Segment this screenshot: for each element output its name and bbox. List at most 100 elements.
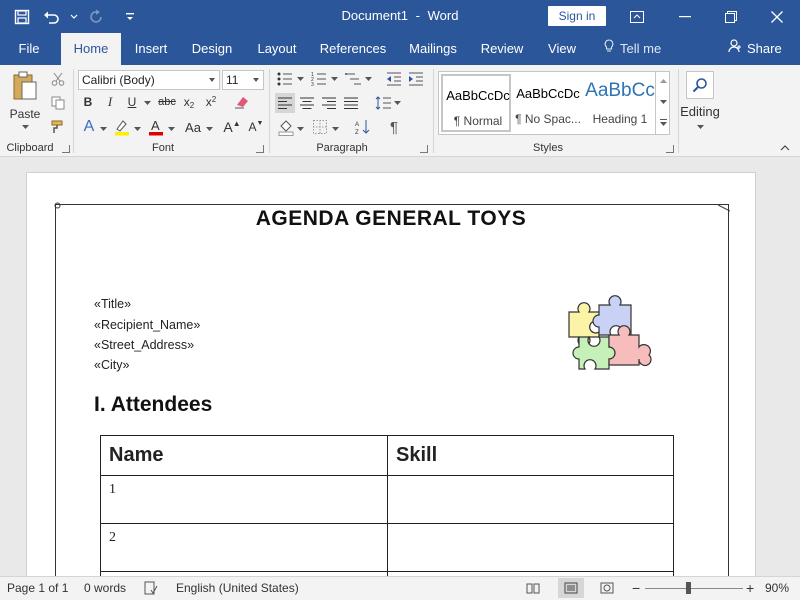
strikethrough-icon[interactable]: abc — [156, 93, 178, 111]
paste-icon[interactable] — [8, 69, 42, 103]
shading-icon[interactable] — [276, 117, 296, 137]
style-normal[interactable]: AaBbCcDc ¶ Normal — [441, 74, 511, 132]
styles-launcher-icon[interactable] — [666, 145, 674, 153]
table-cell[interactable] — [387, 523, 674, 572]
format-painter-icon[interactable] — [48, 117, 68, 137]
styles-more-icon[interactable] — [659, 118, 668, 128]
customize-qat-icon[interactable] — [118, 6, 142, 28]
zoom-level[interactable]: 90% — [765, 581, 789, 595]
line-spacing-dropdown-icon[interactable] — [393, 99, 401, 107]
tab-design[interactable]: Design — [186, 33, 238, 65]
editing-dropdown-icon[interactable] — [696, 123, 704, 131]
print-layout-icon[interactable] — [558, 578, 584, 598]
document-canvas[interactable]: AGENDA GENERAL TOYS «Title» «Recipient_N… — [0, 158, 800, 576]
style-heading-1[interactable]: AaBbCc Heading 1 — [585, 74, 655, 132]
tab-insert[interactable]: Insert — [126, 33, 176, 65]
increase-indent-icon[interactable] — [406, 69, 426, 89]
minimize-icon[interactable] — [662, 0, 708, 33]
table-cell[interactable] — [387, 475, 674, 524]
justify-icon[interactable] — [341, 93, 361, 113]
cut-icon[interactable] — [48, 69, 68, 89]
font-color-icon[interactable]: A — [146, 117, 166, 137]
web-layout-icon[interactable] — [600, 582, 614, 597]
align-center-icon[interactable] — [297, 93, 317, 113]
numbering-icon[interactable]: 123 — [310, 69, 328, 89]
show-formatting-icon[interactable]: ¶ — [384, 117, 404, 137]
highlight-dropdown-icon[interactable] — [133, 125, 141, 133]
paragraph-launcher-icon[interactable] — [420, 145, 428, 153]
underline-dropdown-icon[interactable] — [143, 99, 151, 107]
tab-file[interactable]: File — [10, 33, 48, 65]
attendees-table[interactable]: Name Skill 1 2 — [100, 435, 674, 576]
styles-scroll-up-icon[interactable] — [659, 76, 668, 84]
font-size-dropdown-icon[interactable] — [253, 78, 259, 82]
tab-home[interactable]: Home — [61, 33, 121, 65]
merge-field-recipient-name[interactable]: «Recipient_Name» — [94, 318, 200, 332]
puzzle-pieces-image[interactable] — [565, 287, 655, 382]
table-header-name[interactable]: Name — [100, 435, 388, 476]
text-effects-dropdown-icon[interactable] — [99, 125, 107, 133]
clear-formatting-icon[interactable] — [232, 93, 252, 111]
subscript-icon[interactable]: x2 — [180, 93, 198, 111]
clipboard-launcher-icon[interactable] — [62, 145, 70, 153]
numbering-dropdown-icon[interactable] — [330, 75, 338, 83]
table-cell[interactable]: 2 — [100, 523, 388, 572]
section-heading[interactable]: I. Attendees — [94, 393, 212, 417]
restore-icon[interactable] — [708, 0, 754, 33]
proofing-icon[interactable] — [144, 581, 158, 598]
editing-button[interactable]: Editing — [680, 103, 720, 119]
zoom-slider[interactable] — [645, 588, 743, 589]
read-mode-icon[interactable] — [526, 582, 540, 597]
close-icon[interactable] — [754, 0, 800, 33]
font-name-field[interactable]: Calibri (Body) — [78, 70, 220, 90]
bullets-dropdown-icon[interactable] — [296, 75, 304, 83]
bullets-icon[interactable] — [276, 69, 294, 89]
share-button[interactable]: Share — [728, 33, 782, 65]
save-icon[interactable] — [10, 6, 34, 28]
ribbon-display-options-icon[interactable] — [614, 0, 660, 33]
tab-view[interactable]: View — [540, 33, 584, 65]
shrink-font-icon[interactable]: A ▼ — [246, 117, 266, 137]
zoom-in-icon[interactable]: + — [746, 580, 754, 596]
line-spacing-icon[interactable] — [373, 93, 393, 113]
font-launcher-icon[interactable] — [256, 145, 264, 153]
borders-dropdown-icon[interactable] — [331, 125, 339, 133]
table-header-skill[interactable]: Skill — [387, 435, 674, 476]
italic-icon[interactable]: I — [102, 93, 118, 111]
bold-icon[interactable]: B — [80, 93, 96, 111]
tab-references[interactable]: References — [316, 33, 390, 65]
font-color-dropdown-icon[interactable] — [167, 125, 175, 133]
word-count[interactable]: 0 words — [84, 581, 126, 595]
superscript-icon[interactable]: x2 — [202, 93, 220, 111]
multilevel-dropdown-icon[interactable] — [364, 75, 372, 83]
multilevel-list-icon[interactable] — [344, 69, 362, 89]
sign-in-button[interactable]: Sign in — [548, 6, 606, 26]
document-page[interactable]: AGENDA GENERAL TOYS «Title» «Recipient_N… — [26, 172, 756, 576]
change-case-dropdown-icon[interactable] — [205, 125, 213, 133]
paste-button[interactable]: Paste — [6, 107, 44, 121]
grow-font-icon[interactable]: A ▲ — [222, 117, 242, 137]
paste-dropdown-icon[interactable] — [20, 123, 30, 131]
underline-icon[interactable]: U — [124, 93, 140, 111]
merge-field-title[interactable]: «Title» — [94, 297, 131, 311]
undo-icon[interactable] — [40, 6, 64, 28]
text-effects-icon[interactable]: A — [80, 117, 98, 137]
table-cell[interactable]: 1 — [100, 475, 388, 524]
page-count[interactable]: Page 1 of 1 — [7, 581, 68, 595]
merge-field-street-address[interactable]: «Street_Address» — [94, 338, 194, 352]
sort-icon[interactable]: AZ — [353, 117, 373, 137]
tab-mailings[interactable]: Mailings — [402, 33, 464, 65]
copy-icon[interactable] — [48, 93, 68, 113]
shading-dropdown-icon[interactable] — [296, 125, 304, 133]
borders-icon[interactable] — [310, 117, 330, 137]
redo-icon[interactable] — [84, 6, 108, 28]
undo-dropdown-icon[interactable] — [70, 6, 78, 28]
decrease-indent-icon[interactable] — [384, 69, 404, 89]
align-left-icon[interactable] — [275, 93, 295, 113]
language-indicator[interactable]: English (United States) — [176, 581, 299, 595]
change-case-icon[interactable]: Aa — [180, 117, 206, 137]
tell-me-box[interactable]: Tell me — [604, 33, 661, 65]
merge-field-city[interactable]: «City» — [94, 358, 129, 372]
tab-layout[interactable]: Layout — [250, 33, 304, 65]
find-icon[interactable] — [686, 71, 714, 99]
